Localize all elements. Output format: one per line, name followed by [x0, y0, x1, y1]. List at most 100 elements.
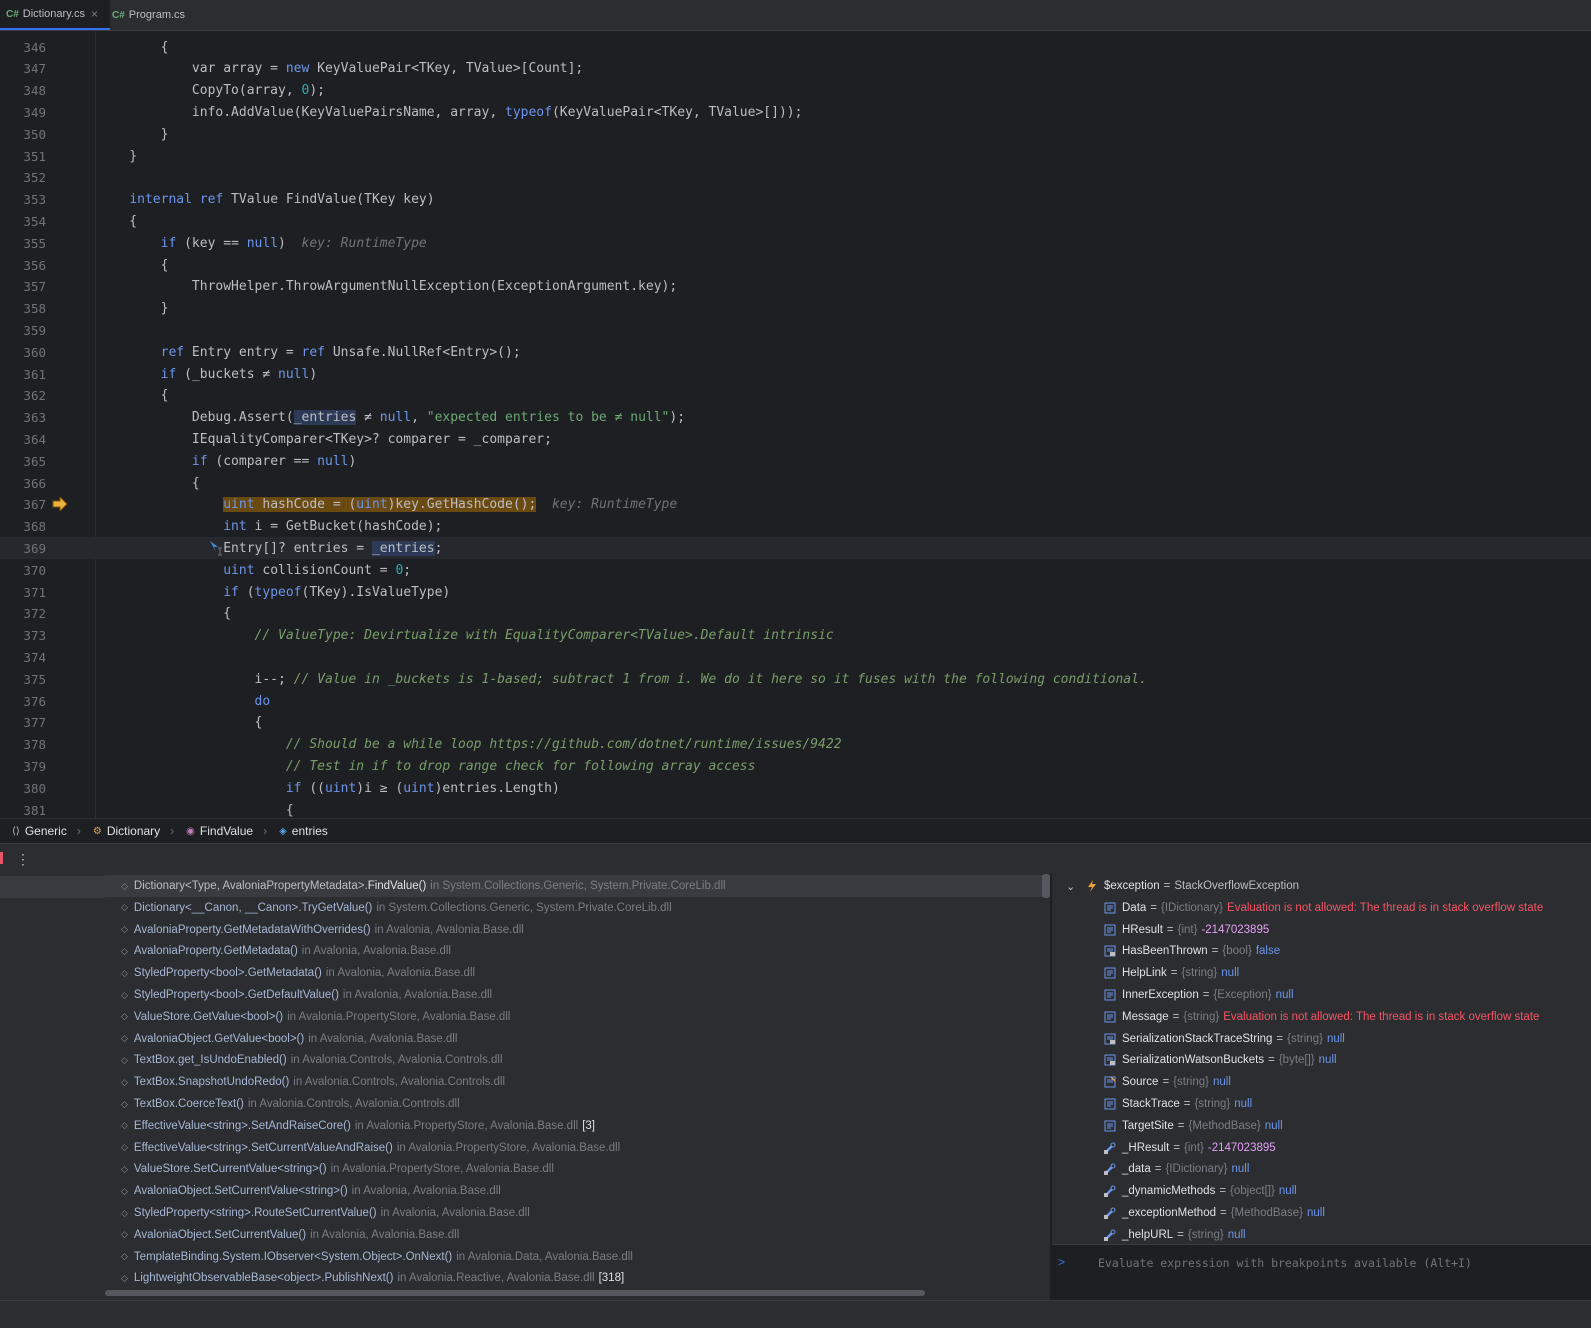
line-number[interactable]: 347 [0, 61, 46, 76]
line-number[interactable]: 357 [0, 279, 46, 294]
code-line[interactable]: 365 if (comparer == null) [0, 450, 1591, 472]
variable-row[interactable]: HelpLink = {string} null [1052, 962, 1591, 984]
code-text[interactable]: } [98, 127, 169, 142]
code-text[interactable]: if (typeof(TKey).IsValueType) [98, 585, 450, 600]
code-line[interactable]: 350 } [0, 123, 1591, 145]
code-text[interactable]: Entry[]? entries = _entries; [98, 540, 442, 556]
code-line[interactable]: 370 uint collisionCount = 0; [0, 559, 1591, 581]
code-line[interactable]: 362 { [0, 385, 1591, 407]
variable-row[interactable]: _HResult = {int} -2147023895 [1052, 1137, 1591, 1159]
code-text[interactable]: i--; // Value in _buckets is 1-based; su… [98, 672, 1147, 687]
evaluate-expression-bar[interactable]: > Evaluate expression with breakpoints a… [1052, 1244, 1591, 1282]
variable-row[interactable]: _exceptionMethod = {MethodBase} null [1052, 1202, 1591, 1224]
line-number[interactable]: 360 [0, 345, 46, 360]
line-number[interactable]: 375 [0, 672, 46, 687]
line-number[interactable]: 362 [0, 388, 46, 403]
code-line[interactable]: 355 if (key == null) key: RuntimeType [0, 232, 1591, 254]
code-text[interactable]: { [98, 388, 169, 403]
variable-row[interactable]: HasBeenThrown = {bool} false [1052, 940, 1591, 962]
variable-row[interactable]: ⌄ $exception = StackOverflowException [1052, 875, 1591, 897]
line-number[interactable]: 361 [0, 367, 46, 382]
code-line[interactable]: 364 IEqualityComparer<TKey>? comparer = … [0, 428, 1591, 450]
code-line[interactable]: 358 } [0, 298, 1591, 320]
code-text[interactable]: internal ref TValue FindValue(TKey key) [98, 192, 434, 207]
variable-row[interactable]: _helpURL = {string} null [1052, 1224, 1591, 1244]
line-number[interactable]: 363 [0, 410, 46, 425]
code-line[interactable]: 366 { [0, 472, 1591, 494]
tab-program-cs[interactable]: C# Program.cs [112, 0, 202, 30]
line-number[interactable]: 373 [0, 628, 46, 643]
line-number[interactable]: 376 [0, 694, 46, 709]
breadcrumb-item-namespace[interactable]: ⟨⟩ Generic [12, 824, 67, 838]
line-number[interactable]: 370 [0, 563, 46, 578]
line-number[interactable]: 377 [0, 715, 46, 730]
variable-row[interactable]: Data = {IDictionary} Evaluation is not allo… [1052, 897, 1591, 919]
stack-frame[interactable]: ◇ AvaloniaObject. GetValue<bool>() in Avalo… [105, 1028, 1050, 1050]
stack-frame[interactable]: ◇ StyledProperty<bool>. GetMetadata() in Av… [105, 962, 1050, 984]
line-number[interactable]: 350 [0, 127, 46, 142]
line-number[interactable]: 351 [0, 149, 46, 164]
variables-panel[interactable]: ⌄ $exception = StackOverflowException Data ={… [1052, 874, 1591, 1244]
code-line[interactable]: 347 var array = new KeyValuePair<TKey, T… [0, 58, 1591, 80]
line-number[interactable]: 381 [0, 803, 46, 818]
stack-frame[interactable]: ◇ AvaloniaObject. SetCurrentValue() in Aval… [105, 1224, 1050, 1246]
line-number[interactable]: 366 [0, 476, 46, 491]
code-text[interactable]: CopyTo(array, 0); [98, 83, 325, 98]
line-number[interactable]: 379 [0, 759, 46, 774]
code-text[interactable]: IEqualityComparer<TKey>? comparer = _com… [98, 432, 552, 447]
variable-row[interactable]: StackTrace = {string} null [1052, 1093, 1591, 1115]
variable-row[interactable]: _data = {IDictionary} null [1052, 1158, 1591, 1180]
stack-frame[interactable]: ◇ ValueStore. SetCurrentValue<string>() in … [105, 1158, 1050, 1180]
variable-row[interactable]: Source = {string} null [1052, 1071, 1591, 1093]
code-text[interactable]: { [98, 803, 294, 818]
code-line[interactable]: 361 if (_buckets ≠ null) [0, 363, 1591, 385]
more-options-icon[interactable]: ⋮ [16, 851, 30, 868]
line-number[interactable]: 369 [0, 541, 46, 556]
line-number[interactable]: 354 [0, 214, 46, 229]
variable-row[interactable]: TargetSite = {MethodBase} null [1052, 1115, 1591, 1137]
code-line[interactable]: 368 int i = GetBucket(hashCode); [0, 516, 1591, 538]
code-text[interactable]: } [98, 301, 169, 316]
variable-row[interactable]: HResult = {int} -2147023895 [1052, 919, 1591, 941]
code-line[interactable]: 357 ThrowHelper.ThrowArgumentNullExcepti… [0, 276, 1591, 298]
code-line[interactable]: 351 } [0, 145, 1591, 167]
code-text[interactable]: var array = new KeyValuePair<TKey, TValu… [98, 61, 583, 76]
variable-row[interactable]: _dynamicMethods = {object[]} null [1052, 1180, 1591, 1202]
variable-row[interactable]: SerializationStackTraceString = {string} nu… [1052, 1028, 1591, 1050]
line-number[interactable]: 352 [0, 170, 46, 185]
code-line[interactable]: 359 [0, 319, 1591, 341]
code-line[interactable]: 372 { [0, 603, 1591, 625]
line-number[interactable]: 380 [0, 781, 46, 796]
code-line[interactable]: 352 [0, 167, 1591, 189]
code-line[interactable]: 348 CopyTo(array, 0); [0, 80, 1591, 102]
stack-frame[interactable]: ◇ Dictionary<Type, AvaloniaPropertyMetada… [105, 875, 1050, 897]
code-text[interactable]: { [98, 476, 200, 491]
stack-frame[interactable]: ◇ LightweightObservableBase<object>. Publi… [105, 1267, 1050, 1289]
code-text[interactable]: int i = GetBucket(hashCode); [98, 519, 442, 534]
stack-frame[interactable]: ◇ TextBox. SnapshotUndoRedo() in Avalonia.C… [105, 1071, 1050, 1093]
code-text[interactable]: { [98, 715, 263, 730]
code-text[interactable]: uint hashCode = (uint)key.GetHashCode();… [98, 497, 677, 513]
code-text[interactable]: if (_buckets ≠ null) [98, 367, 318, 382]
line-number[interactable]: 358 [0, 301, 46, 316]
stack-frame[interactable]: ◇ TextBox. CoerceText() in Avalonia.Control… [105, 1093, 1050, 1115]
code-line[interactable]: 363 Debug.Assert(_entries ≠ null, "expec… [0, 407, 1591, 429]
stack-frame[interactable]: ◇ ValueStore. GetValue<bool>() in Avalonia.… [105, 1006, 1050, 1028]
code-line[interactable]: 376 do [0, 690, 1591, 712]
chevron-down-icon[interactable]: ⌄ [1066, 880, 1075, 893]
stack-frame[interactable]: ◇ EffectiveValue<string>. SetCurrentValueA… [105, 1137, 1050, 1159]
stack-frame[interactable]: ◇ TemplateBinding. System.IObserver<System… [105, 1246, 1050, 1268]
close-icon[interactable]: × [91, 7, 98, 21]
variable-row[interactable]: Message = {string} Evaluation is not allowe… [1052, 1006, 1591, 1028]
code-text[interactable]: Debug.Assert(_entries ≠ null, "expected … [98, 410, 685, 426]
frames-horizontal-scrollbar[interactable] [105, 1290, 925, 1296]
code-line[interactable]: 369 Entry[]? entries = _entries; [0, 537, 1591, 560]
code-text[interactable]: { [98, 40, 169, 55]
code-line[interactable]: 354 { [0, 210, 1591, 232]
code-line[interactable]: 373 // ValueType: Devirtualize with Equa… [0, 625, 1591, 647]
line-number[interactable]: 348 [0, 83, 46, 98]
code-line[interactable]: 367 uint hashCode = (uint)key.GetHashCod… [0, 494, 1591, 516]
code-text[interactable]: ThrowHelper.ThrowArgumentNullException(E… [98, 279, 677, 294]
stack-frame[interactable]: ◇ Dictionary<__Canon, __Canon>. TryGetValu… [105, 897, 1050, 919]
frames-list[interactable]: ◇ Dictionary<Type, AvaloniaPropertyMetada… [105, 874, 1050, 1300]
